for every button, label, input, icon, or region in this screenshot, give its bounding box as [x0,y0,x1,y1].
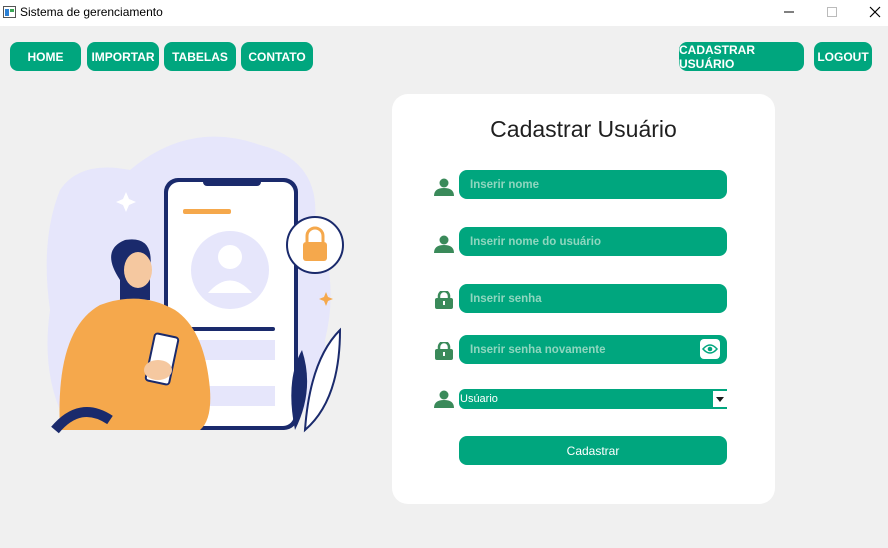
window-title: Sistema de gerenciamento [20,5,163,19]
usuario-input[interactable]: Inserir nome do usuário [459,227,727,256]
dropdown-arrow-icon [716,396,724,402]
usuario-placeholder: Inserir nome do usuário [470,235,601,248]
security-illustration [46,136,344,434]
user-icon [434,178,454,196]
page-title: Cadastrar Usuário [490,116,677,142]
lock-icon [435,342,453,360]
show-password-button[interactable] [700,339,720,359]
user-type-select[interactable]: Usúario [459,389,727,409]
nav-tabelas-button[interactable]: TABELAS [164,42,236,71]
app-icon [3,6,16,18]
nome-input[interactable]: Inserir nome [459,170,727,199]
senha-confirm-placeholder: Inserir senha novamente [470,343,606,356]
nav-cadastrar-usuario-button[interactable]: CADASTRAR USUÁRIO [679,42,804,71]
cadastrar-button[interactable]: Cadastrar [459,436,727,465]
senha-confirm-input[interactable]: Inserir senha novamente [459,335,727,364]
minimize-button[interactable] [767,0,811,24]
close-icon [869,6,881,18]
user-type-value: Usúario [460,393,498,405]
maximize-button[interactable] [810,0,854,24]
minimize-icon [784,11,794,13]
nav-home-button[interactable]: HOME [10,42,81,71]
user-icon [434,235,454,253]
nav-logout-button[interactable]: LOGOUT [814,42,872,71]
nome-placeholder: Inserir nome [470,178,540,191]
window-titlebar: Sistema de gerenciamento [0,0,888,26]
senha-placeholder: Inserir senha [470,292,542,305]
nav-contato-button[interactable]: CONTATO [241,42,313,71]
nav-importar-button[interactable]: IMPORTAR [87,42,159,71]
user-icon [434,390,454,408]
senha-input[interactable]: Inserir senha [459,284,727,313]
maximize-icon [827,7,837,17]
close-button[interactable] [853,0,888,24]
dropdown-arrow-button[interactable] [713,391,727,407]
lock-icon [435,291,453,309]
eye-icon [702,344,718,354]
